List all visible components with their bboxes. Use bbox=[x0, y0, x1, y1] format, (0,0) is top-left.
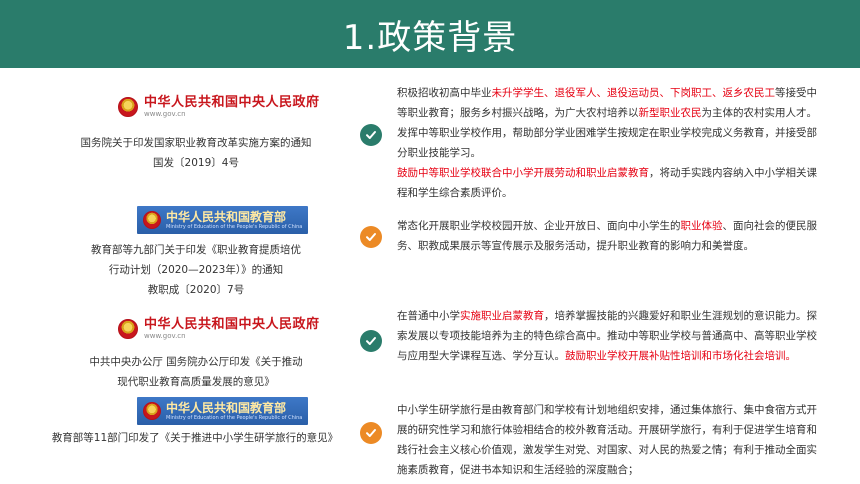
text-run: 积极招收初高中毕业 bbox=[397, 87, 492, 99]
policy-caption-3: 中共中央办公厅 国务院办公厅印发《关于推动 现代职业教育高质量发展的意见》 bbox=[60, 352, 332, 392]
policy-paragraph-3: 在普通中小学实施职业启蒙教育，培养掌握技能的兴趣爱好和职业生涯规划的意识能力。探… bbox=[397, 306, 817, 366]
text-run: 在普通中小学 bbox=[397, 310, 460, 322]
caption-line: 现代职业教育高质量发展的意见》 bbox=[117, 376, 275, 388]
title-bar: 1.政策背景 bbox=[0, 0, 860, 68]
caption-line: 教职成〔2020〕7号 bbox=[147, 284, 245, 296]
check-circle-icon bbox=[360, 422, 382, 444]
policy-caption-4: 教育部等11部门印发了《关于推进中小学生研学旅行的意见》 bbox=[30, 428, 360, 448]
highlight-text: 鼓励中等职业学校联合中小学开展劳动和职业启蒙教育 bbox=[397, 167, 649, 179]
moe-logo: 中华人民共和国教育部 Ministry of Education of the … bbox=[137, 206, 309, 234]
highlight-text: 职业体验 bbox=[680, 220, 723, 232]
caption-line: 中共中央办公厅 国务院办公厅印发《关于推动 bbox=[89, 356, 303, 368]
moe-logo-name: 中华人民共和国教育部 bbox=[166, 209, 287, 224]
highlight-text: 鼓励职业学校开展补贴性培训和市场化社会培训。 bbox=[565, 350, 796, 362]
national-emblem-icon bbox=[143, 402, 161, 420]
caption-line: 国务院关于印发国家职业教育改革实施方案的通知 bbox=[80, 137, 312, 149]
text-run: 常态化开展职业学校校园开放、企业开放日、面向中小学生的 bbox=[397, 220, 681, 232]
moe-logo-name: 中华人民共和国教育部 bbox=[166, 400, 287, 415]
highlight-text: 未升学学生、退役军人、退役运动员、下岗职工、返乡农民工 bbox=[491, 87, 776, 99]
policy-caption-2: 教育部等九部门关于印发《职业教育提质培优 行动计划（2020—2023年）》的通… bbox=[60, 240, 332, 300]
moe-logo: 中华人民共和国教育部 Ministry of Education of the … bbox=[137, 397, 309, 425]
check-circle-icon bbox=[360, 124, 382, 146]
caption-line: 教育部等九部门关于印发《职业教育提质培优 bbox=[91, 244, 301, 256]
gov-logo: 中华人民共和国中央人民政府 www.gov.cn bbox=[118, 96, 320, 118]
caption-line: 教育部等11部门印发了《关于推进中小学生研学旅行的意见》 bbox=[51, 432, 339, 444]
highlight-text: 新型职业农民 bbox=[638, 107, 702, 119]
policy-paragraph-4: 中小学生研学旅行是由教育部门和学校有计划地组织安排，通过集体旅行、集中食宿方式开… bbox=[397, 400, 817, 480]
moe-logo-en: Ministry of Education of the People's Re… bbox=[166, 223, 303, 230]
national-emblem-icon bbox=[118, 97, 138, 117]
check-circle-icon bbox=[360, 226, 382, 248]
gov-logo: 中华人民共和国中央人民政府 www.gov.cn bbox=[118, 318, 320, 340]
check-circle-icon bbox=[360, 330, 382, 352]
national-emblem-icon bbox=[118, 319, 138, 339]
national-emblem-icon bbox=[143, 211, 161, 229]
highlight-text: 实施职业启蒙教育 bbox=[460, 310, 544, 322]
gov-logo-url: www.gov.cn bbox=[144, 110, 186, 118]
caption-line: 行动计划（2020—2023年）》的通知 bbox=[108, 264, 284, 276]
policy-paragraph-1: 积极招收初高中毕业未升学学生、退役军人、退役运动员、下岗职工、返乡农民工等接受中… bbox=[397, 83, 817, 203]
policy-paragraph-2: 常态化开展职业学校校园开放、企业开放日、面向中小学生的职业体验、面向社会的便民服… bbox=[397, 216, 817, 256]
caption-line: 国发〔2019〕4号 bbox=[153, 157, 239, 169]
moe-logo-en: Ministry of Education of the People's Re… bbox=[166, 414, 303, 421]
gov-logo-url: www.gov.cn bbox=[144, 332, 186, 340]
page-title: 1.政策背景 bbox=[342, 17, 518, 58]
gov-logo-name: 中华人民共和国中央人民政府 bbox=[144, 317, 320, 332]
text-run: 中小学生研学旅行是由教育部门和学校有计划地组织安排，通过集体旅行、集中食宿方式开… bbox=[397, 404, 817, 476]
gov-logo-name: 中华人民共和国中央人民政府 bbox=[144, 95, 320, 110]
policy-caption-1: 国务院关于印发国家职业教育改革实施方案的通知 国发〔2019〕4号 bbox=[60, 133, 332, 173]
